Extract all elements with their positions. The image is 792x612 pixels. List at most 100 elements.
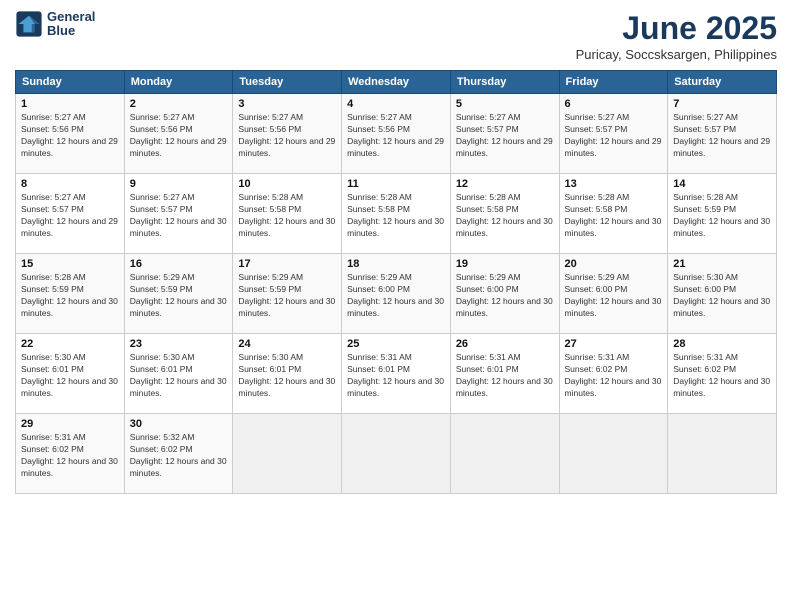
day-info: Sunrise: 5:27 AM Sunset: 5:57 PM Dayligh… [21,192,119,240]
day-number: 21 [673,258,771,270]
day-info: Sunrise: 5:27 AM Sunset: 5:56 PM Dayligh… [130,112,228,160]
calendar-cell: 17 Sunrise: 5:29 AM Sunset: 5:59 PM Dayl… [233,254,342,334]
logo-line2: Blue [47,24,95,38]
calendar-cell [233,414,342,494]
calendar-cell: 20 Sunrise: 5:29 AM Sunset: 6:00 PM Dayl… [559,254,668,334]
col-wednesday: Wednesday [342,71,451,94]
day-info: Sunrise: 5:29 AM Sunset: 6:00 PM Dayligh… [565,272,663,320]
day-number: 4 [347,98,445,110]
calendar-cell: 23 Sunrise: 5:30 AM Sunset: 6:01 PM Dayl… [124,334,233,414]
day-info: Sunrise: 5:28 AM Sunset: 5:59 PM Dayligh… [21,272,119,320]
calendar-cell: 1 Sunrise: 5:27 AM Sunset: 5:56 PM Dayli… [16,94,125,174]
calendar-cell: 26 Sunrise: 5:31 AM Sunset: 6:01 PM Dayl… [450,334,559,414]
logo-line1: General [47,10,95,24]
calendar-cell [342,414,451,494]
day-info: Sunrise: 5:27 AM Sunset: 5:56 PM Dayligh… [238,112,336,160]
day-number: 10 [238,178,336,190]
month-title: June 2025 [576,10,777,47]
title-block: June 2025 Puricay, Soccsksargen, Philipp… [576,10,777,62]
day-info: Sunrise: 5:31 AM Sunset: 6:01 PM Dayligh… [456,352,554,400]
calendar-cell: 22 Sunrise: 5:30 AM Sunset: 6:01 PM Dayl… [16,334,125,414]
day-info: Sunrise: 5:28 AM Sunset: 5:58 PM Dayligh… [238,192,336,240]
day-info: Sunrise: 5:27 AM Sunset: 5:57 PM Dayligh… [456,112,554,160]
calendar-page: General Blue June 2025 Puricay, Soccsksa… [0,0,792,612]
col-tuesday: Tuesday [233,71,342,94]
calendar-cell: 27 Sunrise: 5:31 AM Sunset: 6:02 PM Dayl… [559,334,668,414]
calendar-cell [450,414,559,494]
day-number: 9 [130,178,228,190]
day-number: 27 [565,338,663,350]
calendar-cell: 4 Sunrise: 5:27 AM Sunset: 5:56 PM Dayli… [342,94,451,174]
day-info: Sunrise: 5:27 AM Sunset: 5:56 PM Dayligh… [21,112,119,160]
day-number: 13 [565,178,663,190]
calendar-cell: 19 Sunrise: 5:29 AM Sunset: 6:00 PM Dayl… [450,254,559,334]
day-info: Sunrise: 5:31 AM Sunset: 6:02 PM Dayligh… [21,432,119,480]
day-number: 14 [673,178,771,190]
calendar-cell: 3 Sunrise: 5:27 AM Sunset: 5:56 PM Dayli… [233,94,342,174]
col-thursday: Thursday [450,71,559,94]
day-info: Sunrise: 5:31 AM Sunset: 6:01 PM Dayligh… [347,352,445,400]
header: General Blue June 2025 Puricay, Soccsksa… [15,10,777,62]
day-number: 2 [130,98,228,110]
day-number: 8 [21,178,119,190]
day-info: Sunrise: 5:28 AM Sunset: 5:59 PM Dayligh… [673,192,771,240]
day-number: 16 [130,258,228,270]
day-number: 22 [21,338,119,350]
calendar-header-row: Sunday Monday Tuesday Wednesday Thursday… [16,71,777,94]
day-number: 17 [238,258,336,270]
day-info: Sunrise: 5:29 AM Sunset: 6:00 PM Dayligh… [456,272,554,320]
day-info: Sunrise: 5:27 AM Sunset: 5:57 PM Dayligh… [565,112,663,160]
calendar-cell: 21 Sunrise: 5:30 AM Sunset: 6:00 PM Dayl… [668,254,777,334]
day-number: 28 [673,338,771,350]
calendar-cell: 10 Sunrise: 5:28 AM Sunset: 5:58 PM Dayl… [233,174,342,254]
day-number: 26 [456,338,554,350]
location: Puricay, Soccsksargen, Philippines [576,47,777,62]
calendar-cell: 9 Sunrise: 5:27 AM Sunset: 5:57 PM Dayli… [124,174,233,254]
logo: General Blue [15,10,95,39]
day-number: 23 [130,338,228,350]
calendar-cell: 30 Sunrise: 5:32 AM Sunset: 6:02 PM Dayl… [124,414,233,494]
day-info: Sunrise: 5:28 AM Sunset: 5:58 PM Dayligh… [347,192,445,240]
day-number: 19 [456,258,554,270]
calendar-week-row: 1 Sunrise: 5:27 AM Sunset: 5:56 PM Dayli… [16,94,777,174]
calendar-cell: 28 Sunrise: 5:31 AM Sunset: 6:02 PM Dayl… [668,334,777,414]
day-number: 7 [673,98,771,110]
day-number: 11 [347,178,445,190]
day-info: Sunrise: 5:27 AM Sunset: 5:57 PM Dayligh… [673,112,771,160]
calendar-cell: 18 Sunrise: 5:29 AM Sunset: 6:00 PM Dayl… [342,254,451,334]
day-number: 6 [565,98,663,110]
day-info: Sunrise: 5:32 AM Sunset: 6:02 PM Dayligh… [130,432,228,480]
calendar-week-row: 8 Sunrise: 5:27 AM Sunset: 5:57 PM Dayli… [16,174,777,254]
calendar-cell: 2 Sunrise: 5:27 AM Sunset: 5:56 PM Dayli… [124,94,233,174]
calendar-cell: 25 Sunrise: 5:31 AM Sunset: 6:01 PM Dayl… [342,334,451,414]
logo-text: General Blue [47,10,95,39]
col-sunday: Sunday [16,71,125,94]
calendar-cell: 14 Sunrise: 5:28 AM Sunset: 5:59 PM Dayl… [668,174,777,254]
day-number: 3 [238,98,336,110]
day-number: 18 [347,258,445,270]
day-info: Sunrise: 5:27 AM Sunset: 5:57 PM Dayligh… [130,192,228,240]
day-number: 12 [456,178,554,190]
day-number: 20 [565,258,663,270]
calendar-cell: 29 Sunrise: 5:31 AM Sunset: 6:02 PM Dayl… [16,414,125,494]
calendar-cell: 16 Sunrise: 5:29 AM Sunset: 5:59 PM Dayl… [124,254,233,334]
calendar-cell: 11 Sunrise: 5:28 AM Sunset: 5:58 PM Dayl… [342,174,451,254]
day-info: Sunrise: 5:30 AM Sunset: 6:00 PM Dayligh… [673,272,771,320]
day-number: 30 [130,418,228,430]
calendar-cell [559,414,668,494]
col-saturday: Saturday [668,71,777,94]
day-number: 24 [238,338,336,350]
calendar-cell: 24 Sunrise: 5:30 AM Sunset: 6:01 PM Dayl… [233,334,342,414]
day-number: 29 [21,418,119,430]
day-info: Sunrise: 5:27 AM Sunset: 5:56 PM Dayligh… [347,112,445,160]
calendar-cell: 12 Sunrise: 5:28 AM Sunset: 5:58 PM Dayl… [450,174,559,254]
calendar-cell [668,414,777,494]
calendar-table: Sunday Monday Tuesday Wednesday Thursday… [15,70,777,494]
calendar-week-row: 15 Sunrise: 5:28 AM Sunset: 5:59 PM Dayl… [16,254,777,334]
day-info: Sunrise: 5:29 AM Sunset: 6:00 PM Dayligh… [347,272,445,320]
calendar-cell: 15 Sunrise: 5:28 AM Sunset: 5:59 PM Dayl… [16,254,125,334]
day-number: 15 [21,258,119,270]
calendar-cell: 7 Sunrise: 5:27 AM Sunset: 5:57 PM Dayli… [668,94,777,174]
day-number: 25 [347,338,445,350]
calendar-cell: 8 Sunrise: 5:27 AM Sunset: 5:57 PM Dayli… [16,174,125,254]
